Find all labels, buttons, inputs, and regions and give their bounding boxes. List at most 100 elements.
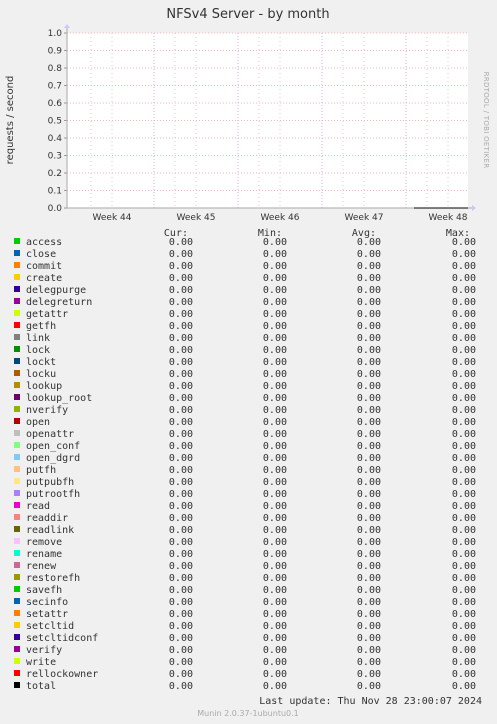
legend-max-value: 0.00 — [452, 561, 476, 572]
legend-swatch — [14, 478, 20, 484]
legend-max-value: 0.00 — [452, 573, 476, 584]
legend-min-value: 0.00 — [263, 549, 287, 560]
legend-row: readdir 0.00 0.00 0.00 0.00 — [14, 513, 476, 524]
legend-min-value: 0.00 — [263, 261, 287, 272]
legend-cur-value: 0.00 — [169, 549, 193, 560]
legend-swatch — [14, 550, 20, 556]
legend-avg-value: 0.00 — [357, 405, 381, 416]
legend-row: commit 0.00 0.00 0.00 0.00 — [14, 261, 476, 272]
legend-min-value: 0.00 — [263, 417, 287, 428]
rrdtool-credit: RRDTOOL / TOBI OETIKER — [482, 72, 490, 169]
legend-min-value: 0.00 — [263, 561, 287, 572]
legend-row: create 0.00 0.00 0.00 0.00 — [14, 273, 476, 284]
legend-row: nverify 0.00 0.00 0.00 0.00 — [14, 405, 476, 416]
legend-cur-value: 0.00 — [169, 465, 193, 476]
legend-name: create — [26, 273, 62, 284]
legend-max-value: 0.00 — [452, 309, 476, 320]
legend-cur-value: 0.00 — [169, 501, 193, 512]
legend-cur-value: 0.00 — [169, 405, 193, 416]
legend-cur-value: 0.00 — [169, 477, 193, 488]
legend-cur-value: 0.00 — [169, 261, 193, 272]
legend-max-value: 0.00 — [452, 645, 476, 656]
legend-cur-value: 0.00 — [169, 669, 193, 680]
legend-name: setcltidconf — [26, 633, 98, 644]
legend-min-value: 0.00 — [263, 477, 287, 488]
legend-swatch — [14, 502, 20, 508]
legend-swatch — [14, 622, 20, 628]
legend-name: restorefh — [26, 573, 80, 584]
legend-row: getfh 0.00 0.00 0.00 0.00 — [14, 321, 476, 332]
legend-avg-value: 0.00 — [357, 585, 381, 596]
legend-max-value: 0.00 — [452, 393, 476, 404]
legend-avg-value: 0.00 — [357, 597, 381, 608]
legend-row: open_conf 0.00 0.00 0.00 0.00 — [14, 441, 476, 452]
legend-cur-value: 0.00 — [169, 357, 193, 368]
legend-swatch — [14, 358, 20, 364]
legend-avg-value: 0.00 — [357, 261, 381, 272]
legend-min-value: 0.00 — [263, 609, 287, 620]
legend-cur-value: 0.00 — [169, 573, 193, 584]
y-ticks: 0.0 0.1 0.2 0.3 0.4 0.5 0.6 0.7 0.8 0.9 1.0 — [48, 29, 67, 214]
legend-cur-value: 0.00 — [169, 297, 193, 308]
legend-swatch — [14, 274, 20, 280]
y-axis-arrow — [64, 24, 70, 28]
legend-avg-value: 0.00 — [357, 525, 381, 536]
legend-max-value: 0.00 — [452, 465, 476, 476]
legend-swatch — [14, 442, 20, 448]
legend-cur-value: 0.00 — [169, 393, 193, 404]
legend-name: putrootfh — [26, 489, 80, 500]
legend-row: total 0.00 0.00 0.00 0.00 — [14, 681, 476, 692]
legend-avg-value: 0.00 — [357, 357, 381, 368]
legend-cur-value: 0.00 — [169, 309, 193, 320]
legend-name: putpubfh — [26, 477, 74, 488]
x-tick-label: Week 47 — [345, 213, 384, 223]
legend-row: setcltid 0.00 0.00 0.00 0.00 — [14, 621, 476, 632]
legend-max-value: 0.00 — [452, 297, 476, 308]
legend-min-value: 0.00 — [263, 597, 287, 608]
legend-row: verify 0.00 0.00 0.00 0.00 — [14, 645, 476, 656]
legend-cur-value: 0.00 — [169, 249, 193, 260]
legend-min-value: 0.00 — [263, 621, 287, 632]
legend-row: remove 0.00 0.00 0.00 0.00 — [14, 537, 476, 548]
legend-avg-value: 0.00 — [357, 669, 381, 680]
legend-row: access 0.00 0.00 0.00 0.00 — [14, 237, 476, 248]
legend-min-value: 0.00 — [263, 453, 287, 464]
legend-min-value: 0.00 — [263, 633, 287, 644]
legend-cur-value: 0.00 — [169, 345, 193, 356]
legend-min-value: 0.00 — [263, 585, 287, 596]
legend-avg-value: 0.00 — [357, 321, 381, 332]
legend-cur-value: 0.00 — [169, 333, 193, 344]
legend-cur-value: 0.00 — [169, 453, 193, 464]
legend-swatch — [14, 250, 20, 256]
legend-name: nverify — [26, 405, 68, 416]
legend-name: read — [26, 501, 50, 512]
legend-row: setattr 0.00 0.00 0.00 0.00 — [14, 609, 476, 620]
legend-swatch — [14, 346, 20, 352]
legend-name: close — [26, 249, 56, 260]
y-tick-label: 1.0 — [48, 29, 63, 39]
legend-swatch — [14, 538, 20, 544]
legend-name: setcltid — [26, 621, 74, 632]
legend-swatch — [14, 562, 20, 568]
legend-avg-value: 0.00 — [357, 681, 381, 692]
legend-min-value: 0.00 — [263, 489, 287, 500]
legend-max-value: 0.00 — [452, 633, 476, 644]
legend-max-value: 0.00 — [452, 609, 476, 620]
legend-row: locku 0.00 0.00 0.00 0.00 — [14, 369, 476, 380]
legend-row: lookup 0.00 0.00 0.00 0.00 — [14, 381, 476, 392]
y-tick-label: 0.7 — [48, 82, 62, 92]
legend-avg-value: 0.00 — [357, 645, 381, 656]
legend-max-value: 0.00 — [452, 441, 476, 452]
y-tick-label: 0.5 — [48, 117, 62, 127]
legend-row: open_dgrd 0.00 0.00 0.00 0.00 — [14, 453, 476, 464]
legend-max-value: 0.00 — [452, 453, 476, 464]
legend-header: Cur: Min: Avg: Max: — [164, 228, 470, 239]
legend-min-value: 0.00 — [263, 513, 287, 524]
legend-row: read 0.00 0.00 0.00 0.00 — [14, 501, 476, 512]
y-tick-label: 0.4 — [48, 134, 63, 144]
legend-max-value: 0.00 — [452, 429, 476, 440]
legend-cur-value: 0.00 — [169, 441, 193, 452]
legend-avg-value: 0.00 — [357, 273, 381, 284]
legend-max-value: 0.00 — [452, 273, 476, 284]
legend-min-value: 0.00 — [263, 681, 287, 692]
